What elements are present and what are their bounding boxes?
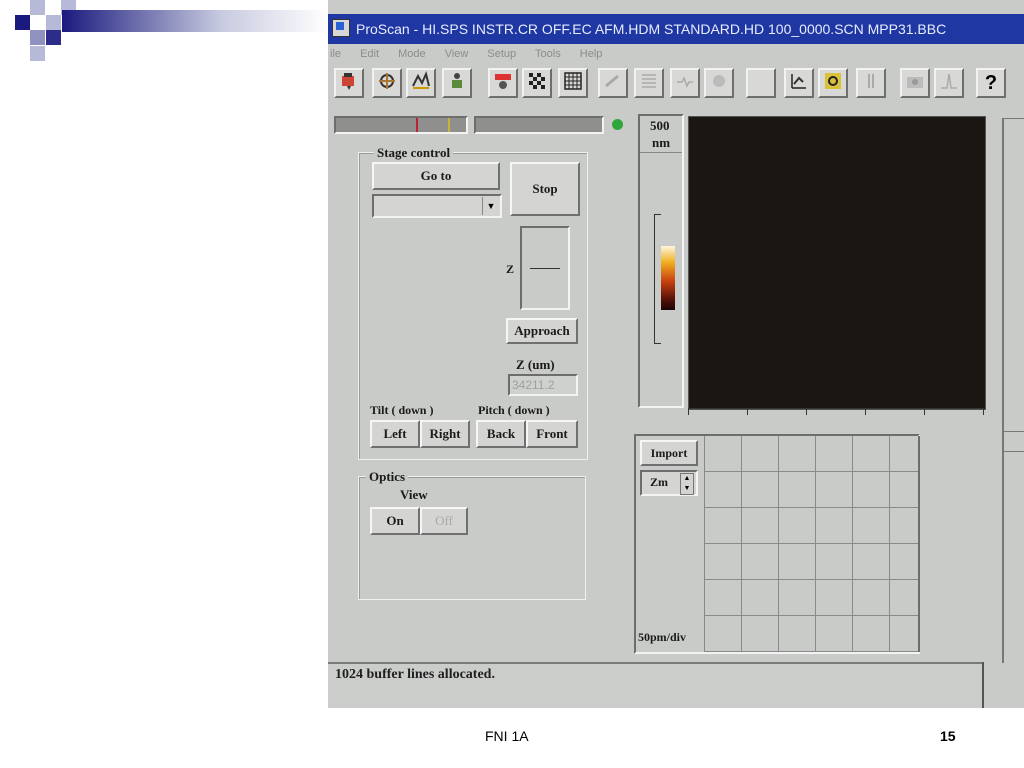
z-position-marker — [530, 268, 560, 269]
z-um-field[interactable]: 34211.2 — [508, 374, 578, 396]
operator-icon[interactable] — [442, 68, 472, 98]
menu-tools[interactable]: Tools — [535, 48, 561, 60]
status-message: 1024 buffer lines allocated. — [335, 667, 495, 682]
signal-icon[interactable] — [406, 68, 436, 98]
right-side-panel — [1002, 118, 1024, 663]
scan-icon[interactable] — [372, 68, 402, 98]
zm-select[interactable]: Zm ▲ ▼ — [640, 470, 698, 496]
scale-divider — [640, 152, 682, 153]
goto-select[interactable]: ▼ — [372, 194, 502, 218]
line-profile-grid — [704, 436, 919, 652]
settings-icon[interactable] — [818, 68, 848, 98]
progress-bar-right — [474, 116, 604, 134]
scan-image[interactable] — [688, 116, 986, 410]
blank-icon[interactable] — [746, 68, 776, 98]
grid-icon[interactable] — [558, 68, 588, 98]
title-bar: ProScan - HI.SPS INSTR.CR OFF.EC AFM.HDM… — [328, 14, 1024, 44]
peak-icon[interactable] — [934, 68, 964, 98]
color-scale-bar — [661, 246, 675, 310]
progress-marker-red — [416, 118, 418, 132]
line-profile-grid-border — [918, 436, 920, 652]
menu-edit[interactable]: Edit — [360, 48, 379, 60]
pitch-front-button[interactable]: Front — [526, 420, 578, 448]
slide-footer: FNI 1A — [485, 728, 529, 744]
optics-off-button[interactable]: Off — [420, 507, 468, 535]
menu-mode[interactable]: Mode — [398, 48, 426, 60]
camera-icon[interactable] — [900, 68, 930, 98]
status-bar-right-edge — [982, 662, 984, 708]
checker-icon[interactable] — [522, 68, 552, 98]
stage-control-title: Stage control — [374, 145, 454, 161]
color-scale-bracket — [654, 214, 661, 344]
goto-button[interactable]: Go to — [372, 162, 500, 190]
menu-view[interactable]: View — [445, 48, 469, 60]
pitch-label: Pitch ( down ) — [478, 403, 550, 417]
progress-bar-left — [334, 116, 468, 134]
app-icon — [332, 19, 350, 37]
menu-setup[interactable]: Setup — [487, 48, 516, 60]
proscan-window: ProScan - HI.SPS INSTR.CR OFF.EC AFM.HDM… — [328, 0, 1024, 708]
record-icon[interactable] — [488, 68, 518, 98]
filter-icon[interactable] — [704, 68, 734, 98]
optics-view-label: View — [400, 487, 428, 502]
import-button[interactable]: Import — [640, 440, 698, 466]
chevron-down-icon[interactable]: ▼ — [482, 197, 499, 215]
toolbar: ? — [328, 66, 1024, 102]
tilt-left-button[interactable]: Left — [370, 420, 420, 448]
menu-help[interactable]: Help — [580, 48, 603, 60]
stop-button[interactable]: Stop — [510, 162, 580, 216]
optics-title: Optics — [366, 469, 409, 485]
analyze-icon[interactable] — [784, 68, 814, 98]
z-position-gauge — [520, 226, 570, 310]
z-axis-label: Z — [506, 262, 515, 276]
line-scale-label: 50pm/div — [638, 630, 687, 644]
zoom-icon[interactable] — [598, 68, 628, 98]
z-um-label: Z (um) — [516, 357, 555, 372]
slide-decoration — [0, 0, 330, 62]
scan-image-x-axis — [688, 408, 984, 415]
tilt-right-button[interactable]: Right — [420, 420, 470, 448]
progress-marker-yellow — [448, 118, 450, 132]
status-bar: 1024 buffer lines allocated. — [328, 662, 984, 708]
window-title: ProScan - HI.SPS INSTR.CR OFF.EC AFM.HDM… — [356, 21, 947, 37]
pitch-back-button[interactable]: Back — [476, 420, 526, 448]
menu-file[interactable]: ile — [330, 48, 341, 60]
bar-icon[interactable] — [856, 68, 886, 98]
slide-page-number: 15 — [940, 728, 956, 744]
scale-value-label: 500 — [650, 118, 670, 133]
optics-group — [358, 476, 586, 600]
tilt-label: Tilt ( down ) — [370, 403, 434, 417]
probe-icon[interactable] — [334, 68, 364, 98]
profile-icon[interactable] — [670, 68, 700, 98]
spinner-icon[interactable]: ▲ ▼ — [680, 473, 694, 495]
optics-on-button[interactable]: On — [370, 507, 420, 535]
status-indicator-light — [612, 119, 623, 130]
help-button[interactable]: ? — [976, 68, 1006, 98]
menu-bar: ile Edit Mode View Setup Tools Help — [328, 44, 1024, 64]
list-icon[interactable] — [634, 68, 664, 98]
approach-button[interactable]: Approach — [506, 318, 578, 344]
scale-unit-label: nm — [652, 135, 671, 150]
zm-label: Zm — [650, 475, 668, 489]
